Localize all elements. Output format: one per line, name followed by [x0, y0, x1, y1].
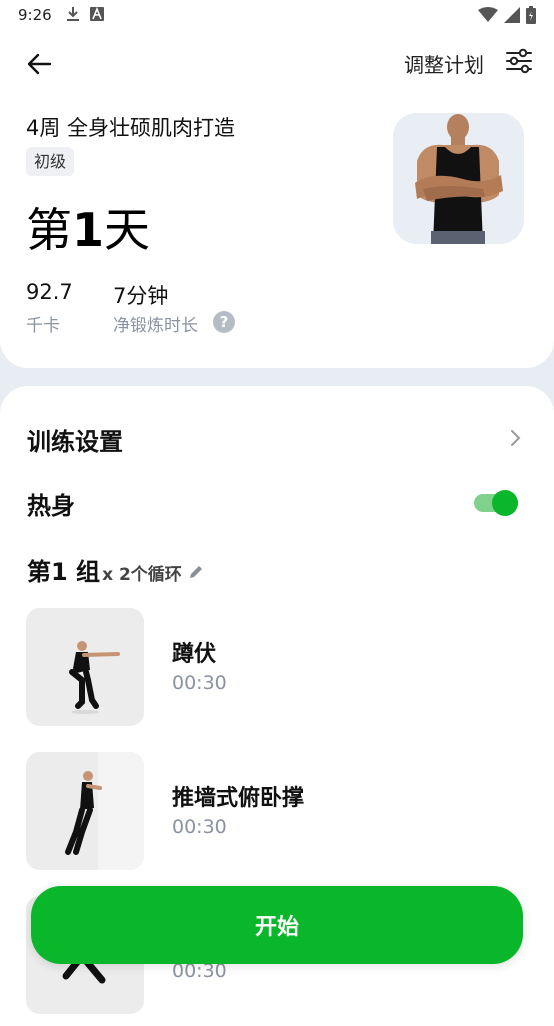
squat-illustration: [26, 608, 144, 726]
duration-label: 净锻炼时长: [113, 316, 198, 336]
status-right-icons: [478, 6, 536, 24]
plan-summary-card: 调整计划 4周 全身壮硕肌肉打造 初级 第1天 92.7 千卡 7分钟 净锻炼时…: [0, 30, 554, 368]
group-loops: x 2个循环: [102, 565, 182, 585]
arrow-left-icon: [27, 53, 52, 75]
level-badge: 初级: [26, 147, 75, 176]
group-title: 第1 组 x 2个循环: [27, 552, 204, 587]
help-icon[interactable]: ?: [213, 311, 235, 333]
download-icon: [67, 7, 79, 21]
duration-value: 7分钟: [113, 284, 169, 308]
group-name: 第1 组: [27, 558, 101, 586]
pencil-icon[interactable]: [188, 564, 204, 580]
back-button[interactable]: [24, 48, 56, 80]
plan-cover-image: [393, 113, 524, 244]
signal-icon: [504, 7, 520, 23]
filter-settings-button[interactable]: [504, 46, 536, 78]
exercise-item[interactable]: 蹲伏 00:30: [26, 608, 526, 726]
warmup-toggle[interactable]: [474, 490, 520, 516]
status-left-icons: [66, 6, 104, 22]
font-icon: [90, 7, 104, 21]
exercise-name: 蹲伏: [172, 642, 217, 667]
adjust-plan-link[interactable]: 调整计划: [404, 49, 484, 78]
start-button[interactable]: 开始: [31, 886, 523, 964]
training-settings-row[interactable]: 训练设置: [27, 422, 123, 457]
exercise-item[interactable]: 推墙式俯卧撑 00:30: [26, 752, 526, 870]
day-number: 1: [72, 203, 105, 257]
wall-pushup-illustration: [26, 752, 144, 870]
exercise-duration: 00:30: [172, 816, 227, 838]
day-prefix: 第: [26, 203, 72, 257]
toggle-knob: [492, 490, 518, 516]
calories-label: 千卡: [26, 316, 60, 336]
exercise-duration: 00:30: [172, 672, 227, 694]
calories-value: 92.7: [26, 280, 73, 304]
day-suffix: 天: [104, 203, 151, 257]
plan-title: 4周 全身壮硕肌肉打造: [26, 116, 236, 140]
muscle-man-illustration: [393, 113, 524, 244]
warmup-label: 热身: [27, 492, 75, 520]
exercise-thumbnail: [26, 752, 144, 870]
chevron-right-icon[interactable]: [506, 426, 524, 450]
sliders-icon: [506, 48, 532, 74]
exercise-thumbnail: [26, 608, 144, 726]
day-title: 第1天: [26, 200, 150, 260]
battery-icon: [526, 6, 536, 24]
status-time: 9:26: [18, 6, 52, 24]
exercise-name: 推墙式俯卧撑: [172, 786, 305, 811]
status-bar: 9:26: [0, 0, 554, 30]
wifi-icon: [478, 7, 498, 22]
